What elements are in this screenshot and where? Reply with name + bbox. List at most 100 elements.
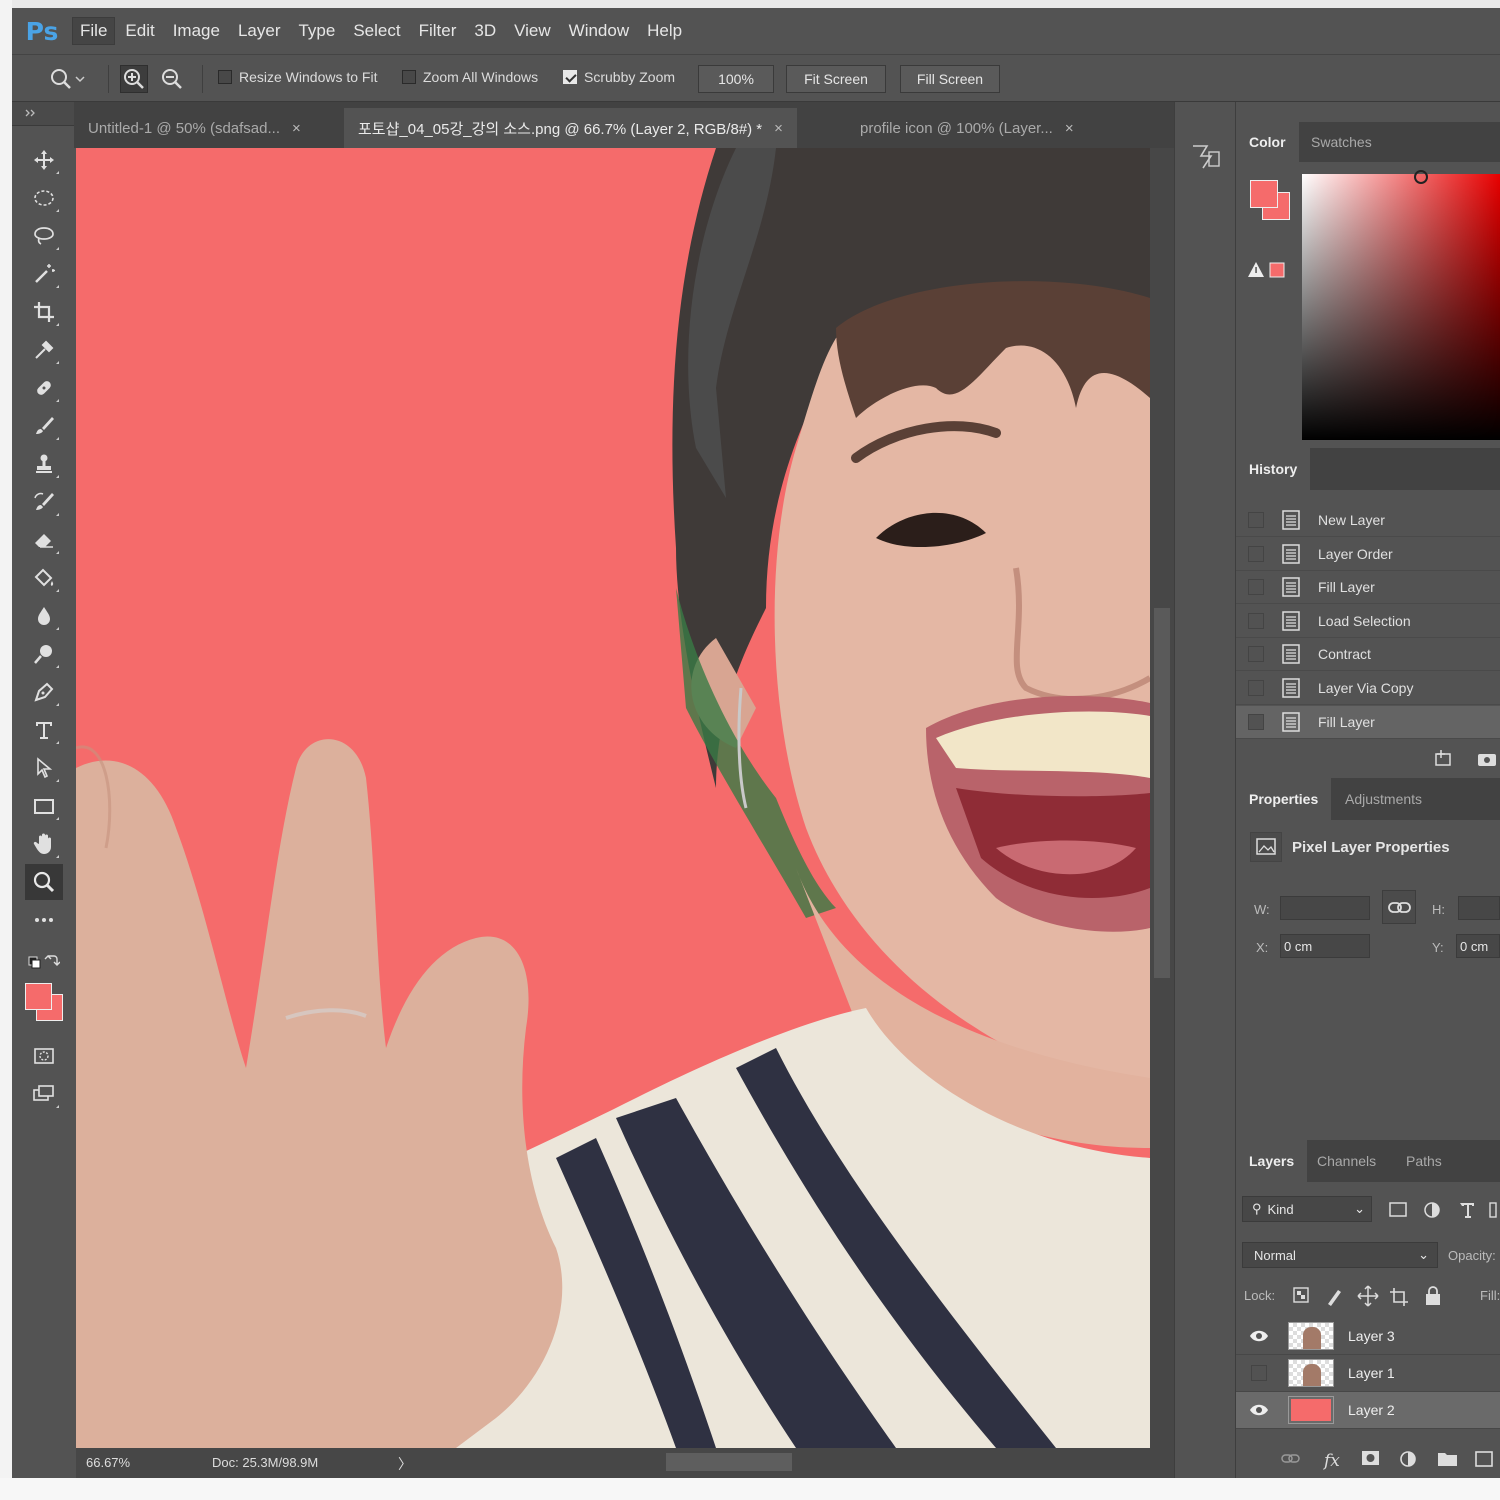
tab-layers[interactable]: Layers: [1236, 1140, 1308, 1182]
menu-filter[interactable]: Filter: [411, 17, 465, 45]
zoom-all-box[interactable]: [402, 70, 416, 84]
brush-tool-icon[interactable]: [25, 408, 63, 444]
doc-tab-untitled[interactable]: Untitled-1 @ 50% (sdafsad... ×: [74, 108, 315, 148]
history-item[interactable]: Fill Layer: [1236, 705, 1500, 739]
rectangle-tool-icon[interactable]: [25, 788, 63, 824]
color-picker-cursor[interactable]: [1414, 170, 1428, 184]
status-menu-arrow-icon[interactable]: 〉: [398, 1454, 412, 1474]
zoom-all-checkbox[interactable]: Zoom All Windows: [402, 69, 538, 85]
lock-icons[interactable]: [1290, 1284, 1450, 1308]
width-field[interactable]: [1280, 896, 1370, 920]
screen-mode-icon[interactable]: [25, 1076, 63, 1112]
clone-stamp-tool-icon[interactable]: [25, 446, 63, 482]
resize-windows-checkbox[interactable]: Resize Windows to Fit: [218, 69, 377, 85]
blend-mode-select[interactable]: Normal ⌄: [1242, 1242, 1438, 1268]
menu-file[interactable]: File: [72, 17, 116, 45]
scrubby-zoom-box[interactable]: [563, 70, 577, 84]
vertical-scroll-thumb[interactable]: [1154, 608, 1170, 978]
color-panel-swatches[interactable]: [1248, 178, 1294, 224]
layer-visibility-toggle[interactable]: [1248, 1363, 1270, 1383]
tab-history[interactable]: History: [1236, 448, 1311, 490]
history-item[interactable]: Contract: [1236, 638, 1500, 672]
history-source-checkbox[interactable]: [1248, 713, 1264, 730]
document-canvas[interactable]: [76, 148, 1150, 1448]
x-field[interactable]: 0 cm: [1280, 934, 1370, 958]
history-source-checkbox[interactable]: [1248, 680, 1264, 696]
eraser-tool-icon[interactable]: [25, 522, 63, 558]
quick-mask-icon[interactable]: [25, 1038, 63, 1074]
type-tool-icon[interactable]: [25, 712, 63, 748]
properties-panel-icon[interactable]: [1189, 138, 1223, 174]
tab-properties[interactable]: Properties: [1236, 778, 1332, 820]
history-item[interactable]: Layer Order: [1236, 538, 1500, 571]
history-item[interactable]: Fill Layer: [1236, 571, 1500, 605]
foreground-color-swatch[interactable]: [25, 983, 52, 1010]
toolbar-header[interactable]: [12, 102, 74, 126]
layer-visibility-toggle[interactable]: [1248, 1400, 1270, 1420]
history-source-checkbox[interactable]: [1248, 612, 1264, 629]
color-picker-field[interactable]: [1302, 170, 1500, 440]
more-tools-icon[interactable]: [25, 902, 63, 938]
eyedropper-tool-icon[interactable]: [25, 332, 63, 368]
history-brush-tool-icon[interactable]: [25, 484, 63, 520]
healing-brush-tool-icon[interactable]: [25, 370, 63, 406]
history-source-checkbox[interactable]: [1248, 545, 1264, 562]
dodge-tool-icon[interactable]: [25, 636, 63, 672]
tab-color[interactable]: Color: [1236, 122, 1299, 162]
fit-screen-button[interactable]: Fit Screen: [786, 65, 886, 93]
horizontal-scroll-thumb[interactable]: [666, 1453, 792, 1471]
layer-row[interactable]: Layer 1: [1236, 1355, 1500, 1392]
tab-adjustments[interactable]: Adjustments: [1332, 778, 1435, 820]
history-source-checkbox[interactable]: [1248, 646, 1264, 663]
history-source-checkbox[interactable]: [1248, 512, 1264, 528]
scrubby-zoom-checkbox[interactable]: Scrubby Zoom: [563, 69, 675, 85]
pen-tool-icon[interactable]: [25, 674, 63, 710]
menu-edit[interactable]: Edit: [117, 17, 162, 45]
history-source-checkbox[interactable]: [1248, 579, 1264, 596]
layer-filter-kind[interactable]: ⚲ Kind ⌄: [1242, 1196, 1372, 1222]
zoom-tool-icon[interactable]: [25, 864, 63, 900]
height-field[interactable]: [1458, 896, 1500, 920]
magic-wand-tool-icon[interactable]: [25, 256, 63, 292]
zoom-out-icon[interactable]: [158, 65, 186, 93]
layer-row[interactable]: Layer 3: [1236, 1318, 1500, 1355]
layer-visibility-toggle[interactable]: [1248, 1326, 1270, 1346]
history-item[interactable]: Layer Via Copy: [1236, 672, 1500, 705]
move-tool-icon[interactable]: [25, 142, 63, 178]
hand-tool-icon[interactable]: [25, 826, 63, 862]
close-icon[interactable]: ×: [774, 120, 783, 137]
crop-tool-icon[interactable]: [25, 294, 63, 330]
y-field[interactable]: 0 cm: [1456, 934, 1500, 958]
paint-bucket-tool-icon[interactable]: [25, 560, 63, 596]
link-dimensions-icon[interactable]: [1382, 890, 1416, 924]
menu-3d[interactable]: 3D: [466, 17, 504, 45]
fill-screen-button[interactable]: Fill Screen: [900, 65, 1000, 93]
close-icon[interactable]: ×: [292, 120, 301, 137]
out-of-gamut-warning-icon[interactable]: [1246, 260, 1286, 280]
zoom-level[interactable]: 66.67%: [86, 1455, 130, 1470]
doc-tab-active[interactable]: 포토샵_04_05강_강의 소스.png @ 66.7% (Layer 2, R…: [344, 108, 797, 148]
blur-tool-icon[interactable]: [25, 598, 63, 634]
tab-channels[interactable]: Channels: [1304, 1140, 1389, 1182]
menu-layer[interactable]: Layer: [230, 17, 289, 45]
history-item[interactable]: Load Selection: [1236, 605, 1500, 638]
tab-swatches[interactable]: Swatches: [1298, 122, 1385, 162]
zoom-tool-preset-icon[interactable]: [42, 65, 92, 93]
panel-foreground-swatch[interactable]: [1250, 180, 1278, 208]
close-icon[interactable]: ×: [1065, 120, 1074, 137]
path-selection-tool-icon[interactable]: [25, 750, 63, 786]
lasso-tool-icon[interactable]: [25, 218, 63, 254]
marquee-tool-icon[interactable]: [25, 180, 63, 216]
tab-paths[interactable]: Paths: [1393, 1140, 1455, 1182]
menu-view[interactable]: View: [506, 17, 559, 45]
menu-type[interactable]: Type: [290, 17, 343, 45]
doc-tab-profile-icon[interactable]: profile icon @ 100% (Layer... ×: [846, 108, 1088, 148]
resize-windows-box[interactable]: [218, 70, 232, 84]
menu-window[interactable]: Window: [561, 17, 637, 45]
menu-image[interactable]: Image: [165, 17, 228, 45]
zoom-in-icon[interactable]: [120, 65, 148, 93]
history-item[interactable]: New Layer: [1236, 504, 1500, 537]
color-swap-controls[interactable]: [28, 952, 61, 972]
menu-help[interactable]: Help: [639, 17, 690, 45]
foreground-background-swatches[interactable]: [24, 982, 68, 1026]
